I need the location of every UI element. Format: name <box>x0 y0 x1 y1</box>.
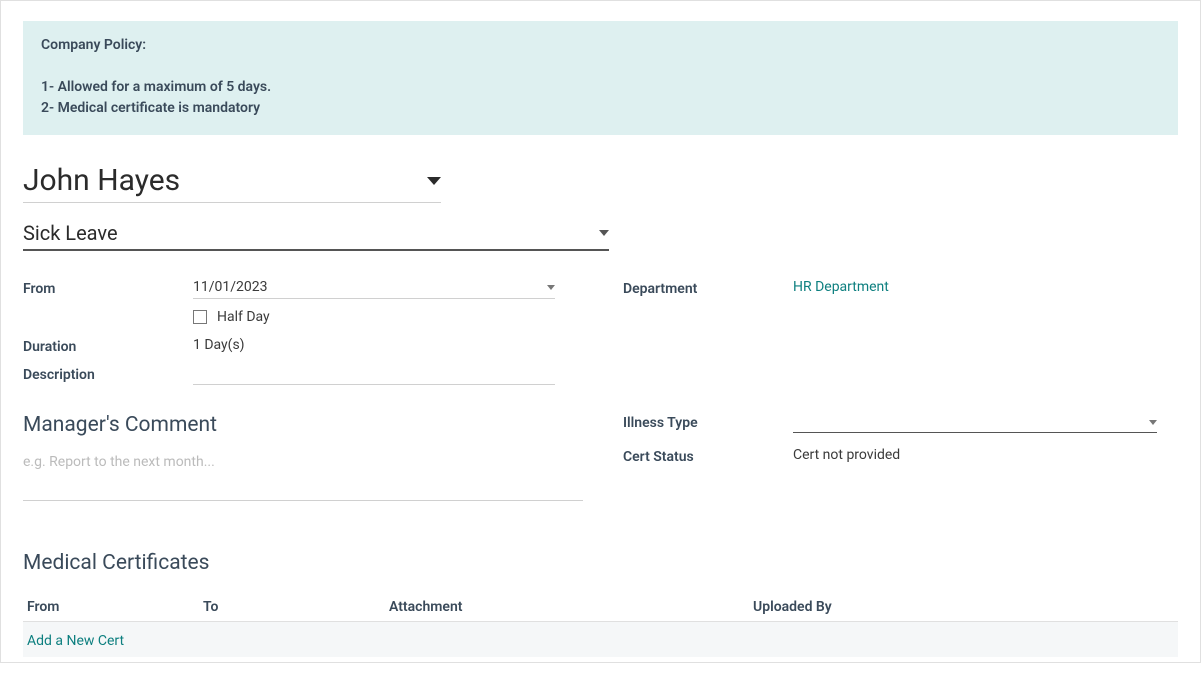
certificates-table-header: From To Attachment Uploaded By <box>23 593 1178 622</box>
half-day-checkbox[interactable] <box>193 310 207 324</box>
leave-type-dropdown[interactable]: Sick Leave <box>23 221 609 251</box>
from-date-value: 11/01/2023 <box>193 279 268 295</box>
policy-banner: Company Policy: 1- Allowed for a maximum… <box>23 21 1178 135</box>
description-label: Description <box>23 365 193 383</box>
duration-value: 1 Day(s) <box>193 337 583 353</box>
policy-line-2: 2- Medical certificate is mandatory <box>41 98 1160 119</box>
policy-line-1: 1- Allowed for a maximum of 5 days. <box>41 77 1160 98</box>
cert-status-value: Cert not provided <box>793 447 1178 463</box>
add-cert-row: Add a New Cert <box>23 622 1178 657</box>
caret-down-icon <box>599 230 609 236</box>
illness-type-dropdown[interactable] <box>793 413 1157 433</box>
manager-comment-title: Manager's Comment <box>23 413 583 437</box>
leave-type-value: Sick Leave <box>23 221 118 245</box>
department-label: Department <box>623 279 793 297</box>
employee-dropdown[interactable]: John Hayes <box>23 163 441 203</box>
caret-down-icon <box>427 177 441 185</box>
cert-col-to: To <box>203 599 389 615</box>
illness-type-label: Illness Type <box>623 413 793 431</box>
from-date-input[interactable]: 11/01/2023 <box>193 279 555 299</box>
add-cert-link[interactable]: Add a New Cert <box>27 633 124 649</box>
cert-status-label: Cert Status <box>623 447 793 465</box>
description-input[interactable] <box>193 365 555 385</box>
leave-form-page: Company Policy: 1- Allowed for a maximum… <box>0 0 1201 663</box>
half-day-label: Half Day <box>217 309 270 325</box>
manager-comment-input[interactable] <box>23 454 583 501</box>
department-link[interactable]: HR Department <box>793 279 889 295</box>
duration-label: Duration <box>23 337 193 355</box>
cert-col-from: From <box>27 599 203 615</box>
from-label: From <box>23 279 193 297</box>
certificates-title: Medical Certificates <box>23 551 1178 575</box>
cert-col-uploaded-by: Uploaded By <box>753 599 1174 615</box>
employee-name: John Hayes <box>23 163 180 198</box>
caret-down-icon <box>547 285 555 290</box>
caret-down-icon <box>1149 420 1157 425</box>
cert-col-attachment: Attachment <box>389 599 753 615</box>
policy-title: Company Policy: <box>41 37 1160 53</box>
